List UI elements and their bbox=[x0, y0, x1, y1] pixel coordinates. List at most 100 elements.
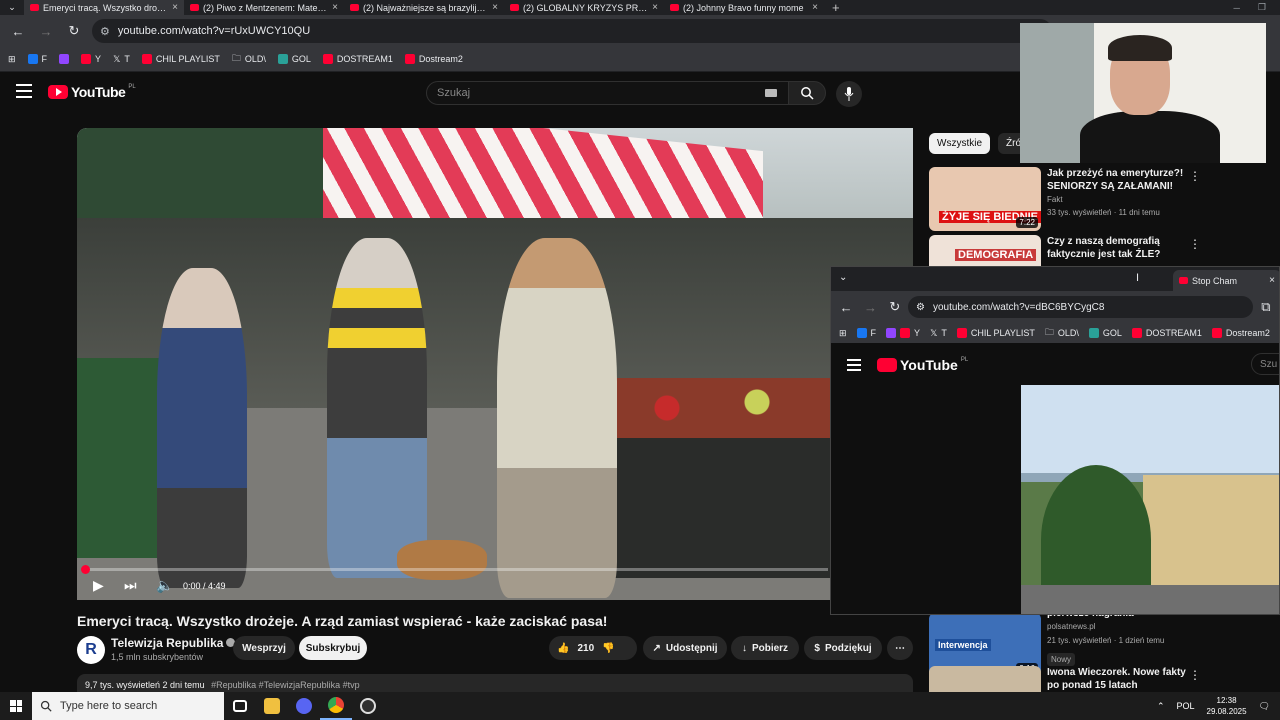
youtube-logo[interactable]: YouTube PL bbox=[877, 357, 968, 373]
more-vert-icon[interactable]: ⋮ bbox=[1189, 668, 1201, 682]
keyboard-icon[interactable] bbox=[765, 89, 777, 97]
browser-tab-1[interactable]: Emeryci tracą. Wszystko drożeje × bbox=[24, 0, 184, 15]
obs-icon[interactable] bbox=[352, 692, 384, 720]
clock-time: 12:38 bbox=[1216, 696, 1237, 705]
youtube-logo[interactable]: YouTube PL bbox=[48, 84, 136, 100]
search-placeholder: Szu bbox=[1260, 358, 1278, 370]
close-tab-icon[interactable]: × bbox=[492, 2, 498, 13]
volume-icon[interactable]: 🔈 bbox=[156, 575, 173, 595]
discord-icon[interactable] bbox=[288, 692, 320, 720]
bookmark-dostream2[interactable]: Dostream2 bbox=[404, 54, 463, 64]
overlay-video-player[interactable] bbox=[1021, 385, 1279, 614]
browser-tab-3[interactable]: (2) Najważniejsze są brazylijskie × bbox=[344, 0, 504, 15]
notifications-icon[interactable]: 🗨 bbox=[1259, 701, 1270, 712]
minimize-icon[interactable]: ─ bbox=[1234, 3, 1240, 13]
site-info-icon[interactable]: ⚙ bbox=[100, 25, 110, 38]
install-icon[interactable]: ⧉ bbox=[1255, 295, 1277, 319]
more-vert-icon[interactable]: ⋮ bbox=[1189, 237, 1201, 251]
recommendation-channel[interactable]: polsatnews.pl bbox=[1047, 622, 1095, 631]
video-player[interactable] bbox=[77, 128, 913, 600]
menu-icon[interactable] bbox=[16, 84, 32, 98]
video-progress-bar[interactable] bbox=[81, 565, 828, 574]
channel-name[interactable]: Telewizja Republika bbox=[111, 636, 236, 650]
voice-search-button[interactable] bbox=[836, 81, 862, 107]
forward-icon[interactable]: → bbox=[859, 295, 881, 319]
bookmark-f[interactable]: F bbox=[27, 54, 47, 64]
bookmark-chil-playlist[interactable]: CHIL PLAYLIST bbox=[956, 328, 1035, 338]
search-button[interactable] bbox=[788, 81, 826, 105]
thanks-icon: $ bbox=[814, 642, 820, 654]
recommendation-thumbnail[interactable]: ŻYJE SIĘ BIEDNIE 7:22 bbox=[929, 167, 1041, 231]
reload-icon[interactable]: ↻ bbox=[884, 295, 906, 319]
recommendation-channel[interactable]: Fakt bbox=[1047, 195, 1063, 204]
play-icon[interactable]: ▶ bbox=[93, 575, 104, 595]
address-bar[interactable]: ⚙ youtube.com/watch?v=rUxUWCY10QU bbox=[92, 19, 1052, 43]
close-tab-icon[interactable]: × bbox=[812, 2, 818, 13]
back-icon[interactable]: ← bbox=[6, 19, 30, 43]
browser-tab-2[interactable]: (2) Piwo z Mentzenem: Mateusz × bbox=[184, 0, 344, 15]
support-button[interactable]: Wesprzyj bbox=[233, 636, 295, 660]
bookmark-y[interactable]: Y bbox=[886, 328, 920, 338]
bookmark-f[interactable]: F bbox=[856, 328, 876, 338]
bookmark-old[interactable]: 🗀 OLD\ bbox=[1045, 325, 1079, 341]
apps-grid-icon[interactable]: ⊞ bbox=[839, 328, 847, 339]
forward-icon[interactable]: → bbox=[34, 19, 58, 43]
bookmark-dostream1[interactable]: DOSTREAM1 bbox=[322, 54, 393, 64]
bookmark-gol[interactable]: GOL bbox=[1088, 328, 1122, 338]
channel-avatar[interactable]: R bbox=[77, 636, 105, 664]
restore-icon[interactable]: ❐ bbox=[1258, 2, 1266, 13]
recommendation-item[interactable]: ŻYJE SIĘ BIEDNIE 7:22 Jak przeżyć na eme… bbox=[929, 167, 1269, 231]
overlay-tab[interactable]: Stop Cham × bbox=[1173, 270, 1279, 291]
bookmark-old[interactable]: 🗀 OLD\ bbox=[232, 51, 266, 67]
bookmark-t[interactable]: 𝕏T bbox=[113, 54, 130, 65]
search-input[interactable]: Szukaj bbox=[426, 81, 790, 105]
start-button[interactable] bbox=[0, 692, 32, 720]
back-icon[interactable]: ← bbox=[835, 295, 857, 319]
scrubber-handle[interactable] bbox=[81, 565, 90, 574]
clock[interactable]: 12:38 29.08.2025 bbox=[1207, 695, 1247, 717]
more-vert-icon[interactable]: ⋮ bbox=[1189, 169, 1201, 183]
dislike-icon[interactable]: 👎 bbox=[602, 643, 614, 654]
tab-search-dropdown-icon[interactable]: ⌄ bbox=[839, 272, 847, 283]
browser-tab-5[interactable]: (2) Johnny Bravo funny mome × bbox=[664, 0, 824, 15]
apps-grid-icon[interactable]: ⊞ bbox=[8, 54, 16, 65]
hashtags[interactable]: #Republika #TelewizjaRepublika #tvp bbox=[211, 680, 360, 690]
search-input[interactable]: Szu bbox=[1251, 353, 1279, 375]
menu-icon[interactable] bbox=[847, 359, 861, 371]
chrome-icon[interactable] bbox=[320, 692, 352, 720]
close-tab-icon[interactable]: × bbox=[172, 2, 178, 13]
close-tab-icon[interactable]: × bbox=[1269, 275, 1275, 286]
tab-search-dropdown-icon[interactable]: ⌄ bbox=[0, 0, 24, 15]
more-actions-button[interactable]: ⋯ bbox=[887, 636, 913, 660]
chip-all[interactable]: Wszystkie bbox=[929, 133, 990, 154]
subscribe-button[interactable]: Subskrybuj bbox=[299, 636, 367, 660]
youtube-favicon-icon bbox=[30, 4, 39, 11]
bookmark-dostream1[interactable]: DOSTREAM1 bbox=[1131, 328, 1202, 338]
close-tab-icon[interactable]: × bbox=[332, 2, 338, 13]
like-icon[interactable]: 👍 bbox=[557, 643, 569, 654]
file-explorer-icon[interactable] bbox=[256, 692, 288, 720]
recommendation-thumbnail[interactable] bbox=[929, 666, 1041, 692]
bookmark-y[interactable]: Y bbox=[81, 54, 101, 64]
bookmark-dostream2[interactable]: Dostream2 bbox=[1211, 328, 1270, 338]
language-indicator[interactable]: POL bbox=[1177, 701, 1195, 711]
share-button[interactable]: ↗ Udostępnij bbox=[643, 636, 727, 660]
thanks-button[interactable]: $ Podziękuj bbox=[804, 636, 882, 660]
tray-chevron-icon[interactable]: ⌃ bbox=[1157, 701, 1165, 712]
new-tab-icon[interactable]: + bbox=[824, 0, 848, 15]
site-info-icon[interactable]: ⚙ bbox=[916, 302, 925, 313]
address-bar[interactable]: ⚙ youtube.com/watch?v=dBC6BYCygC8 bbox=[907, 296, 1253, 318]
close-tab-icon[interactable]: × bbox=[652, 2, 658, 13]
task-view-icon[interactable] bbox=[224, 692, 256, 720]
bookmark-gol[interactable]: GOL bbox=[277, 54, 311, 64]
bookmark-t[interactable]: 𝕏T bbox=[930, 328, 947, 339]
next-icon[interactable]: ⏭ bbox=[124, 575, 137, 595]
recommendation-item[interactable]: Iwona Wieczorek. Nowe fakty po ponad 15 … bbox=[929, 666, 1269, 692]
reload-icon[interactable]: ↻ bbox=[62, 19, 86, 43]
bookmark-chil-playlist[interactable]: CHIL PLAYLIST bbox=[141, 54, 220, 64]
bookmark-twitch[interactable] bbox=[59, 54, 70, 64]
taskbar-search-input[interactable]: Type here to search bbox=[32, 692, 224, 720]
overlay-browser-window[interactable]: ⌄ I Stop Cham × ← → ↻ ⚙ youtube.com/watc… bbox=[830, 266, 1280, 615]
browser-tab-4[interactable]: (2) GLOBALNY KRYZYS PRZEZ × bbox=[504, 0, 664, 15]
download-button[interactable]: ↓ Pobierz bbox=[731, 636, 799, 660]
